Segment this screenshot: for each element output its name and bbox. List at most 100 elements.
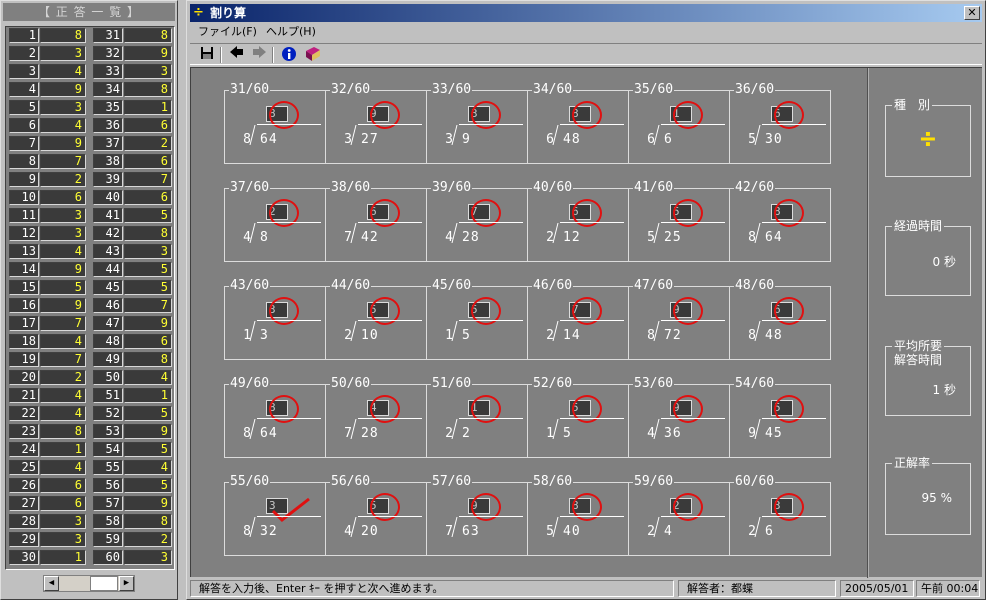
division-bar <box>661 222 725 223</box>
answer-row: 20 2 50 4 <box>6 369 174 385</box>
problem-number: 53/60 <box>633 376 675 392</box>
dividend: 4 <box>664 524 673 539</box>
title-bar[interactable]: ÷ 割り算 ✕ <box>190 4 982 22</box>
divisor: 7 <box>344 230 352 245</box>
toolbar-separator <box>220 47 222 63</box>
scroll-thumb[interactable] <box>90 576 118 591</box>
answer-number: 59 <box>93 532 123 547</box>
answer-number: 33 <box>93 64 123 79</box>
division-bar <box>459 320 523 321</box>
answer-value: 3 <box>124 64 172 79</box>
answer-value: 3 <box>40 208 86 223</box>
answer-number: 28 <box>9 514 39 529</box>
dividend: 3 <box>260 328 269 343</box>
answer-number: 21 <box>9 388 39 403</box>
divisor: 4 <box>243 230 251 245</box>
menu-file[interactable]: ファイル(F) <box>194 23 261 41</box>
division-bar <box>358 320 422 321</box>
answer-number: 10 <box>9 190 39 205</box>
close-button[interactable]: ✕ <box>964 6 980 20</box>
answer-number: 4 <box>9 82 39 97</box>
answer-value: 5 <box>124 262 172 277</box>
answer-row: 19 7 49 8 <box>6 351 174 367</box>
forward-arrow-icon[interactable] <box>250 46 268 64</box>
answer-value: 8 <box>124 82 172 97</box>
problem-card: 58/60 8 5 40 <box>528 474 629 555</box>
divisor: 5 <box>647 230 655 245</box>
answer-value: 6 <box>40 190 86 205</box>
problem-card: 57/60 9 7 63 <box>427 474 528 555</box>
answer-value: 5 <box>40 280 86 295</box>
dividend: 27 <box>361 132 379 147</box>
answer-number: 29 <box>9 532 39 547</box>
back-arrow-icon[interactable] <box>228 46 246 64</box>
answer-number: 22 <box>9 406 39 421</box>
problem-number: 57/60 <box>431 474 473 490</box>
divisor: 8 <box>647 328 655 343</box>
answer-value: 3 <box>40 100 86 115</box>
average-time-label-1: 平均所要 <box>892 339 945 354</box>
answer-number: 1 <box>9 28 39 43</box>
answer-number: 19 <box>9 352 39 367</box>
scroll-left-icon[interactable]: ◀ <box>44 576 59 591</box>
answer-value: 3 <box>124 550 172 565</box>
problem-number: 32/60 <box>330 82 372 98</box>
accuracy-label: 正解率 <box>892 456 933 471</box>
dividend: 14 <box>563 328 581 343</box>
answer-row: 15 5 45 5 <box>6 279 174 295</box>
answer-number: 49 <box>93 352 123 367</box>
save-icon[interactable] <box>198 46 216 64</box>
problem-number: 37/60 <box>229 180 271 196</box>
divisor: 2 <box>647 524 655 539</box>
problem-number: 51/60 <box>431 376 473 392</box>
division-bar <box>358 124 422 125</box>
menu-help[interactable]: ヘルプ(H) <box>262 23 320 41</box>
answer-row: 6 4 36 6 <box>6 117 174 133</box>
answer-number: 43 <box>93 244 123 259</box>
answer-value: 5 <box>124 406 172 421</box>
problem-card: 54/60 5 9 45 <box>730 376 831 457</box>
answer-row: 24 1 54 5 <box>6 441 174 457</box>
divisor: 3 <box>445 132 453 147</box>
dividend: 2 <box>462 426 471 441</box>
answer-value: 5 <box>124 280 172 295</box>
divisor: 7 <box>445 524 453 539</box>
division-bar <box>459 516 523 517</box>
correct-check-icon <box>271 497 310 522</box>
answer-list-title: 【 正 答 一 覧 】 <box>3 3 175 21</box>
book-icon[interactable] <box>304 46 322 64</box>
problem-number: 34/60 <box>532 82 574 98</box>
answer-value: 9 <box>40 298 86 313</box>
problem-card: 40/60 6 2 12 <box>528 180 629 261</box>
answer-number: 53 <box>93 424 123 439</box>
window-title: 割り算 <box>210 6 247 20</box>
divisor: 3 <box>344 132 352 147</box>
dividend: 5 <box>462 328 471 343</box>
scroll-right-icon[interactable]: ▶ <box>119 576 134 591</box>
answer-row: 16 9 46 7 <box>6 297 174 313</box>
answer-row: 2 3 32 9 <box>6 45 174 61</box>
answer-number: 44 <box>93 262 123 277</box>
elapsed-time-label: 経過時間 <box>892 219 945 234</box>
answer-value: 7 <box>40 352 86 367</box>
division-bar <box>459 222 523 223</box>
dividend: 42 <box>361 230 379 245</box>
division-bar <box>762 516 826 517</box>
horizontal-scrollbar[interactable]: ◀ ▶ <box>43 575 135 592</box>
dividend: 6 <box>664 132 673 147</box>
division-bar <box>459 124 523 125</box>
divisor: 2 <box>546 230 554 245</box>
division-bar <box>762 320 826 321</box>
answer-list: 1 8 31 8 2 3 32 9 3 4 33 3 4 9 34 8 5 3 35 1 6 4 36 6 7 9 37 2 8 7 38 6… <box>5 26 175 570</box>
problem-card: 50/60 4 7 28 <box>326 376 427 457</box>
division-bar <box>762 418 826 419</box>
answer-row: 28 3 58 8 <box>6 513 174 529</box>
answer-number: 7 <box>9 136 39 151</box>
answer-number: 26 <box>9 478 39 493</box>
dividend: 48 <box>765 328 783 343</box>
answer-list-window: 【 正 答 一 覧 】 1 8 31 8 2 3 32 9 3 4 33 3 4 9 34 8 5 3 35 1 6 4 3… <box>0 0 178 600</box>
info-icon[interactable] <box>280 46 298 64</box>
answer-row: 3 4 33 3 <box>6 63 174 79</box>
divisor: 5 <box>546 524 554 539</box>
divisor: 5 <box>748 132 756 147</box>
